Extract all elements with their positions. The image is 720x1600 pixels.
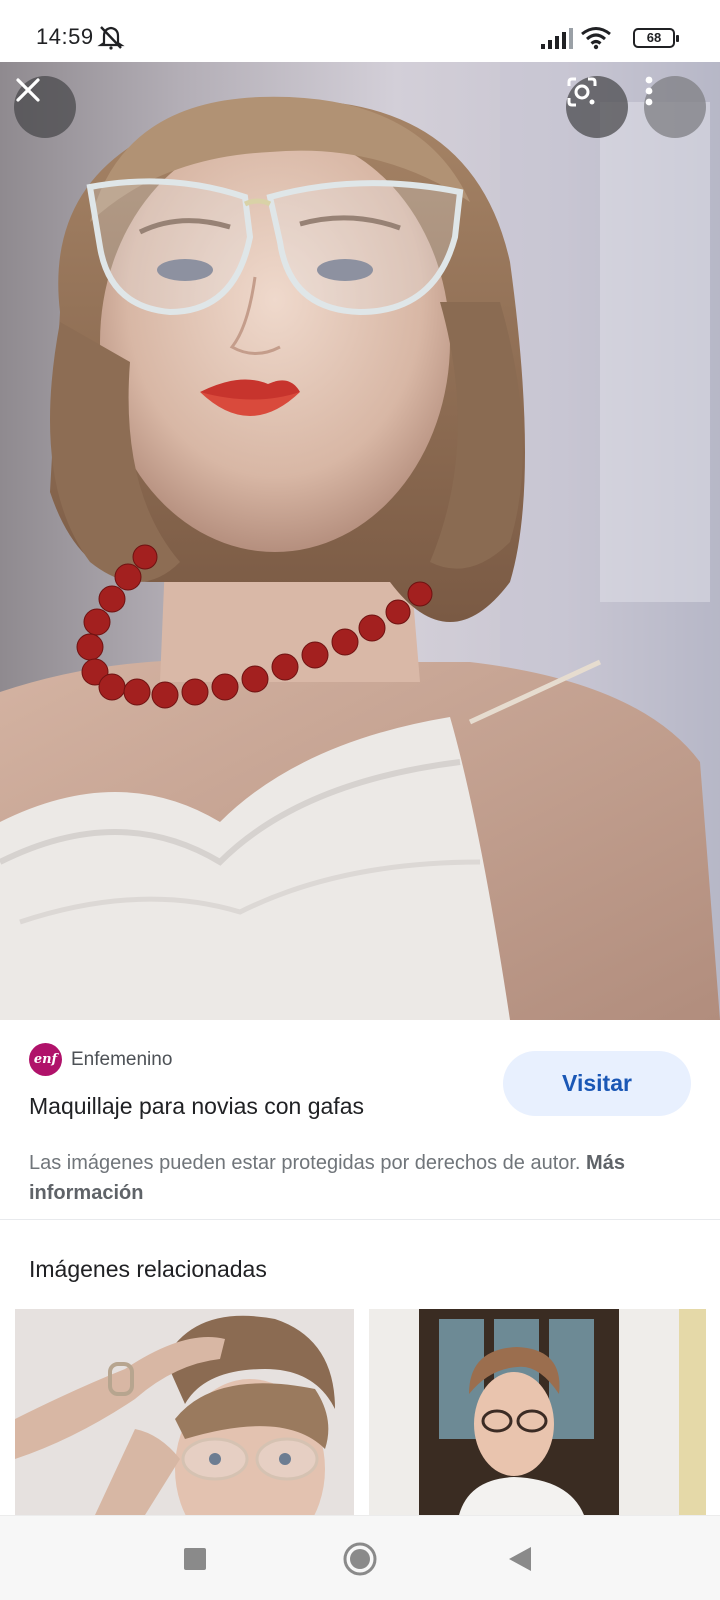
home-icon [343,1542,377,1575]
system-nav-bar [0,1515,720,1600]
wifi-icon [580,26,612,55]
portrait-illustration [0,62,720,1020]
status-bar: 14:59 68 [0,0,720,62]
battery-icon: 68 [633,28,679,48]
image-title[interactable]: Maquillaje para novias con gafas [29,1093,364,1120]
main-image[interactable] [0,62,720,1020]
copyright-notice: Las imágenes pueden estar protegidas por… [29,1148,649,1208]
status-time: 14:59 [36,24,94,49]
more-options-button[interactable] [644,76,706,138]
copyright-text: Las imágenes pueden estar protegidas por… [29,1152,581,1174]
lens-button[interactable] [566,76,628,138]
close-button[interactable] [14,76,76,138]
back-button[interactable] [475,1516,565,1600]
home-button[interactable] [315,1516,405,1600]
source-logo: enf [29,1043,62,1076]
mute-icon [96,24,128,55]
related-image-1-illustration [15,1309,354,1515]
back-icon [509,1546,531,1571]
related-image-2-illustration [369,1309,706,1515]
recents-icon [184,1547,206,1570]
more-vert-icon [645,76,653,106]
source-name: Enfemenino [71,1048,173,1070]
recents-button[interactable] [150,1516,240,1600]
related-image-2[interactable] [369,1309,706,1515]
related-images-heading: Imágenes relacionadas [29,1256,267,1282]
source-row[interactable]: enf Enfemenino [29,1043,172,1076]
visit-button[interactable]: Visitar [503,1051,691,1116]
signal-icon [540,28,574,55]
close-icon [16,78,40,102]
divider [0,1219,720,1220]
lens-icon [567,77,597,107]
related-image-1[interactable] [15,1309,354,1515]
